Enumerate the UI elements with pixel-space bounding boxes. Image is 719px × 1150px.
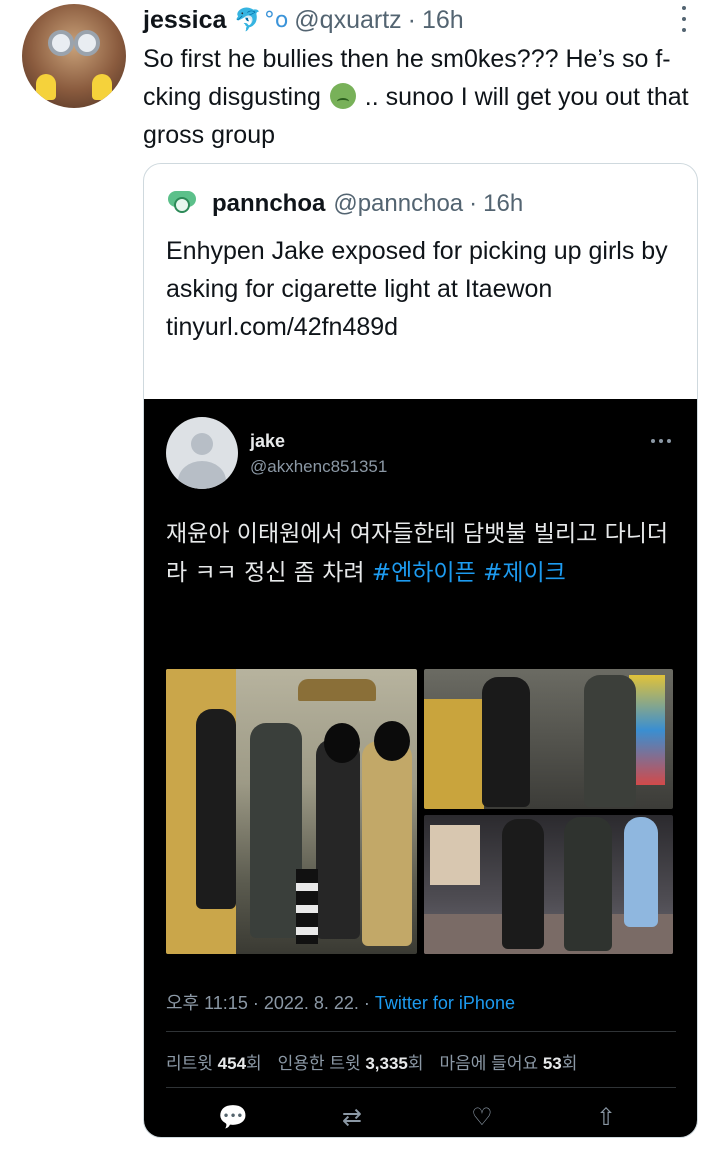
nauseated-face-icon [329, 83, 356, 109]
name-emojis: 🐬 °o [234, 8, 288, 33]
avatar-goggle [74, 30, 100, 56]
screenshot-text: 재윤아 이태원에서 여자들한테 담뱃불 빌리고 다니더라 ㅋㅋ 정신 좀 차려 … [166, 515, 676, 593]
screenshot-timestamp: 오후 11:15 · 2022. 8. 22. · Twitter for iP… [166, 989, 515, 1015]
screenshot-datetime: 오후 11:15 · 2022. 8. 22. · [166, 993, 375, 1013]
screenshot-source: Twitter for iPhone [374, 993, 515, 1013]
reply-icon: 💬 [218, 1103, 248, 1131]
author-avatar[interactable] [22, 4, 126, 108]
screenshot-photo-1 [166, 669, 417, 954]
tweet-text: So first he bullies then he sm0kes??? He… [143, 40, 698, 154]
dolphin-icon: 🐬 [234, 7, 262, 33]
divider [166, 1031, 676, 1032]
quote-stat: 인용한 트윗 3,335회 [277, 1054, 424, 1073]
quote-link[interactable]: tinyurl.com/42fn489d [166, 308, 686, 346]
screenshot-action-bar: 💬 ⇄ ♡ ⇧ [144, 1101, 697, 1135]
quote-author-avatar[interactable] [166, 191, 198, 217]
bubbles-icon: °o [263, 7, 289, 33]
like-icon: ♡ [471, 1103, 493, 1131]
screenshot-photo-2 [424, 669, 673, 809]
attached-screenshot-image[interactable]: jake @akxhenc851351 재윤아 이태원에서 여자들한테 담뱃불 … [144, 399, 697, 1137]
hashtag: #엔하이픈 [371, 560, 476, 586]
screenshot-photo-3 [424, 815, 673, 954]
separator-dot: · [407, 5, 416, 34]
separator-dot: · [469, 190, 478, 217]
quoted-tweet[interactable]: pannchoa @pannchoa · 16h Enhypen Jake ex… [143, 163, 698, 1138]
hashtag: #제이크 [483, 560, 566, 586]
tweet-header: jessica 🐬 °o @qxuartz · 16h [143, 3, 464, 37]
quote-header: pannchoa @pannchoa · 16h [166, 189, 523, 219]
quote-author-name[interactable]: pannchoa [212, 190, 325, 218]
tweet-time[interactable]: 16h [422, 6, 464, 35]
quote-time[interactable]: 16h [483, 190, 523, 218]
quote-author-handle[interactable]: @pannchoa [333, 190, 463, 218]
retweet-stat: 리트윗 454회 [166, 1054, 262, 1073]
quote-text: Enhypen Jake exposed for picking up girl… [166, 232, 686, 346]
screenshot-author-handle: @akxhenc851351 [250, 457, 388, 476]
screenshot-author-name: jake [250, 431, 286, 451]
avatar-goggle [48, 30, 74, 56]
screenshot-stats: 리트윗 454회 인용한 트윗 3,335회 마음에 들어요 53회 [166, 1049, 577, 1074]
author-handle[interactable]: @qxuartz [294, 6, 401, 35]
avatar-minion [36, 74, 56, 100]
retweet-icon: ⇄ [341, 1103, 363, 1131]
like-stat: 마음에 들어요 53회 [439, 1054, 578, 1073]
screenshot-avatar [166, 417, 238, 489]
author-name[interactable]: jessica [143, 6, 226, 35]
screenshot-more-icon [651, 439, 671, 443]
avatar-minion [92, 74, 112, 100]
share-icon: ⇧ [595, 1103, 617, 1131]
divider [166, 1087, 676, 1088]
more-options-icon[interactable] [679, 6, 689, 32]
quote-body: Enhypen Jake exposed for picking up girl… [166, 237, 668, 303]
